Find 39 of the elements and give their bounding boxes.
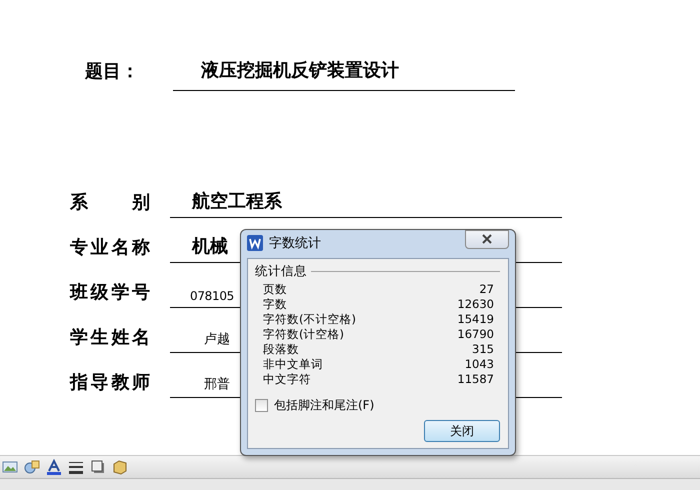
dialog-title: 字数统计	[269, 235, 322, 252]
field-label: 专业名称	[70, 236, 150, 260]
stat-label: 字符数(计空格)	[263, 327, 344, 342]
stat-label: 非中文单词	[263, 357, 323, 372]
thesis-title: 液压挖掘机反铲装置设计	[173, 58, 515, 91]
stat-label: 页数	[263, 282, 287, 297]
field-label: 指导教师	[70, 371, 150, 395]
stat-value: 27	[479, 282, 494, 297]
field-value: 机械	[192, 235, 228, 259]
checkbox-label: 包括脚注和尾注(F)	[274, 397, 374, 414]
stat-label: 段落数	[263, 342, 299, 357]
field-label: 班级学号	[70, 281, 150, 305]
stat-value: 15419	[457, 312, 494, 327]
stat-value: 315	[472, 342, 494, 357]
image-icon[interactable]	[2, 459, 18, 475]
stat-label: 字符数(不计空格)	[263, 312, 356, 327]
field-value: 卢越	[203, 331, 230, 349]
field-label: 系别	[70, 191, 150, 215]
shadow-icon[interactable]	[90, 459, 106, 475]
checkbox[interactable]	[255, 399, 268, 412]
close-button[interactable]	[465, 230, 509, 248]
stat-label: 中文字符	[263, 372, 311, 387]
close-icon	[481, 234, 493, 244]
stat-value: 11587	[457, 372, 494, 387]
line-style-icon[interactable]	[68, 459, 84, 475]
field-value: 078105	[190, 289, 234, 305]
stat-label: 字数	[263, 297, 287, 312]
stat-value: 1043	[464, 357, 494, 372]
title-label: 题目：	[85, 60, 140, 84]
shapes-icon[interactable]	[24, 459, 40, 475]
field-value: 航空工程系	[192, 190, 282, 214]
field-value: 邢普	[203, 376, 230, 394]
stat-value: 16790	[457, 327, 494, 342]
app-icon	[247, 235, 263, 251]
stat-value: 12630	[457, 297, 494, 312]
field-label: 学生姓名	[70, 326, 150, 350]
close-dialog-button[interactable]: 关闭	[424, 420, 500, 442]
group-title: 统计信息	[255, 263, 307, 280]
font-color-icon[interactable]	[46, 459, 62, 475]
